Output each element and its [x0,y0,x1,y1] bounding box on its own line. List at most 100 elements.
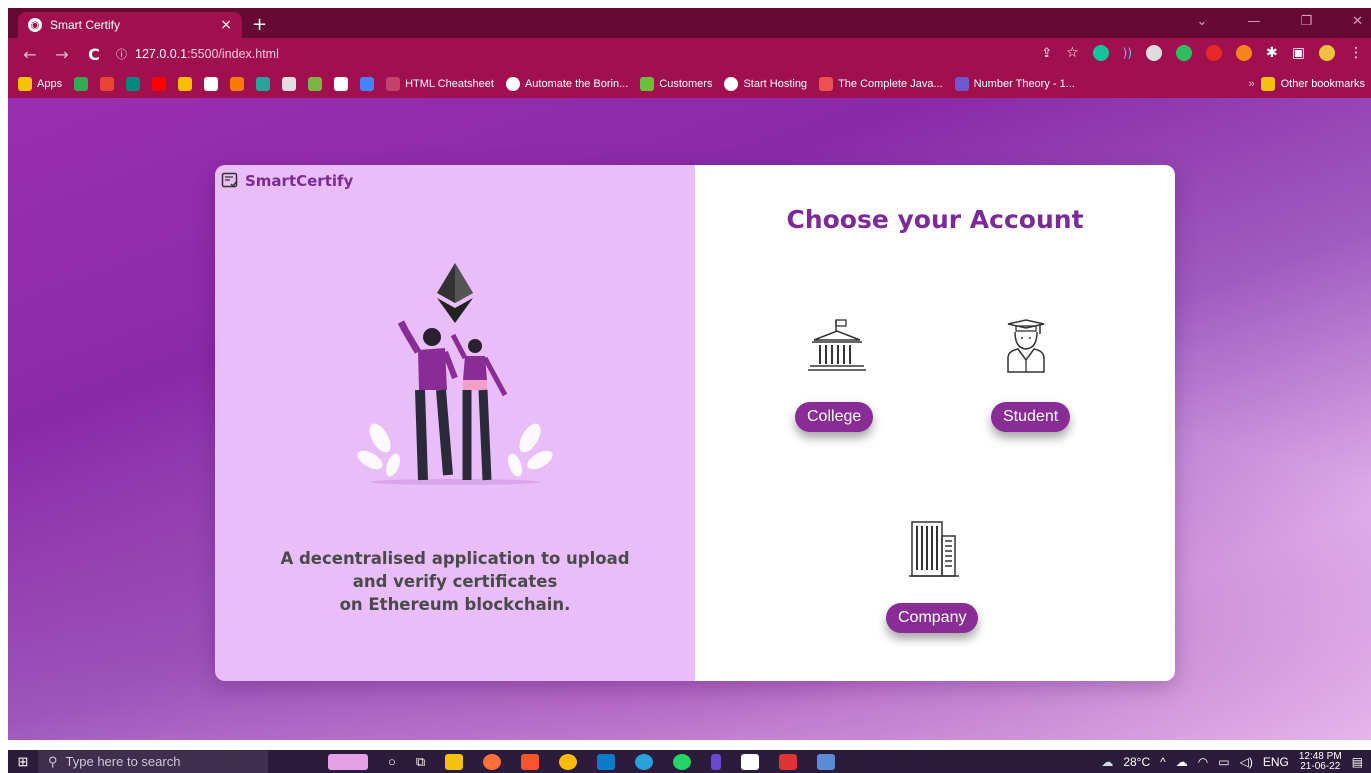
star-icon[interactable]: ☆ [1066,45,1079,61]
cortana-icon[interactable]: ○ [388,754,396,769]
telegram-icon[interactable] [635,753,654,770]
bookmark-number-theory[interactable]: Number Theory - 1... [954,77,1075,91]
search-placeholder: Type here to search [65,754,181,769]
grammarly-icon[interactable] [1092,45,1109,61]
address-field[interactable]: ⓘ 127.0.0.1 :5500/index.html [116,42,279,66]
puzzle-icon[interactable]: ✱ [1266,45,1278,61]
college-button[interactable]: College [795,402,874,432]
weather-icon[interactable]: ☁ [1101,755,1113,769]
certificate-icon [221,172,238,188]
taskbar-search-input[interactable]: ⚲ Type here to search [38,750,268,773]
bookmark-automate[interactable]: Automate the Borin... [505,77,629,91]
bookmark-label: Customers [659,78,713,90]
menu-icon[interactable]: ⋮ [1349,45,1363,61]
close-tab-icon[interactable]: × [220,17,232,33]
ext-knot-icon[interactable] [334,77,349,91]
ext-search-icon[interactable] [282,77,297,91]
browser-tab[interactable]: ◉ Smart Certify × [18,12,242,38]
student-button[interactable]: Student [991,402,1071,432]
chevron-down-icon[interactable]: ⌄ [1197,14,1208,29]
ext-orange-icon[interactable] [230,77,245,91]
folder-icon [1260,77,1275,91]
ethereum-wallet-icon[interactable] [711,753,722,770]
language-indicator[interactable]: ENG [1263,755,1289,769]
bookmark-java[interactable]: The Complete Java... [819,77,943,91]
bookmark-customers[interactable]: Customers [640,77,712,91]
windows-start-icon[interactable]: ⊞ [8,754,38,770]
company-button[interactable]: Company [886,603,979,633]
new-tab-button[interactable]: + [252,14,267,35]
battery-icon[interactable]: ▭ [1218,755,1229,769]
wifi-icon[interactable]: ◠ [1198,755,1208,769]
company-building-icon [909,521,959,577]
app-vs-icon[interactable] [779,753,798,770]
bookmark-start-hosting[interactable]: Start Hosting [724,77,807,91]
ext-red-icon[interactable] [1206,45,1223,61]
bookmark-label: Automate the Borin... [524,78,629,90]
clock-date: 21-06-22 [1300,761,1341,772]
maps-icon[interactable] [74,77,89,91]
bookmark-favicon [640,77,655,91]
firefox-icon[interactable] [483,753,502,770]
bookmark-html-cheatsheet[interactable]: HTML Cheatsheet [386,77,494,91]
evernote-icon[interactable] [1176,45,1193,61]
bookmark-apps[interactable]: Apps [18,77,62,91]
url-host: 127.0.0.1 [135,47,188,61]
chevron-up-icon[interactable]: ^ [1160,755,1166,769]
minimize-icon[interactable]: — [1247,14,1260,29]
weather-temp[interactable]: 28°C [1123,755,1150,769]
search-icon: ⚲ [48,753,58,769]
apps-grid-icon [18,77,32,91]
ext-teal-icon[interactable] [256,77,271,91]
brave-icon[interactable] [521,753,540,770]
audio-icon[interactable]: )) [1123,46,1132,60]
whatsapp-icon[interactable] [673,753,692,770]
bookmark-label: Apps [37,78,63,90]
task-view-icon[interactable]: ⧉ [416,754,425,770]
page-background: SmartCertify A decentralised application… [8,98,1371,740]
tagline-line-2: and verify certificates [352,572,558,591]
app-blue-icon[interactable] [817,753,836,770]
notion-icon[interactable] [741,753,760,770]
account-chooser: Choose your Account College Student Comp… [695,165,1175,681]
gmail-icon[interactable] [100,77,115,91]
info-icon[interactable]: ⓘ [116,46,127,62]
tab-title: Smart Certify [50,18,121,32]
college-building-icon [808,319,866,371]
share-icon[interactable]: ⇪ [1041,46,1052,61]
close-window-icon[interactable]: ✕ [1352,14,1363,29]
bookmarks-bar: Apps HTML Cheatsheet Automate the Borin.… [8,70,1371,98]
extension-icons: ⇪ ☆ )) ✱ ▣ ⋮ [1041,45,1363,61]
chrome-icon[interactable] [559,753,578,770]
student-graduate-icon [1007,319,1045,373]
clock[interactable]: 12:48 PM 21-06-22 [1299,752,1342,772]
reload-icon[interactable]: C [84,45,104,64]
lotus-icon[interactable] [328,753,368,770]
avatar[interactable] [1319,45,1335,61]
notification-icon[interactable]: ▤ [1352,755,1363,769]
youtube-icon[interactable] [152,77,167,91]
ext-w-icon[interactable] [308,77,323,91]
brand-name: SmartCertify [245,172,354,190]
metamask-icon[interactable] [1236,45,1253,61]
window-controls: ⌄ — ❐ ✕ [1197,14,1363,29]
ext-yellow-icon[interactable] [178,77,193,91]
page-title: Choose your Account [786,205,1084,234]
brand-logo[interactable]: SmartCertify [221,172,353,190]
forward-icon[interactable]: → [52,45,72,64]
bookmark-favicon [386,77,401,91]
meet-icon[interactable] [126,77,141,91]
other-bookmarks[interactable]: » Other bookmarks [1249,77,1365,91]
onedrive-icon[interactable]: ☁ [1176,755,1188,769]
file-explorer-icon[interactable] [445,753,464,770]
sidepanel-icon[interactable]: ▣ [1292,45,1305,61]
windows-taskbar: ⊞ ⚲ Type here to search ○ ⧉ ☁ 28°C ^ ☁ ◠… [8,750,1371,773]
ext-white-icon[interactable] [204,77,219,91]
google-icon[interactable] [360,77,375,91]
vscode-icon[interactable] [597,753,616,770]
maximize-icon[interactable]: ❐ [1300,14,1312,29]
back-icon[interactable]: ← [20,45,40,64]
ext-eyes-icon[interactable] [1146,45,1163,61]
bookmark-label: Other bookmarks [1280,78,1365,90]
volume-icon[interactable]: ◁) [1240,755,1253,769]
